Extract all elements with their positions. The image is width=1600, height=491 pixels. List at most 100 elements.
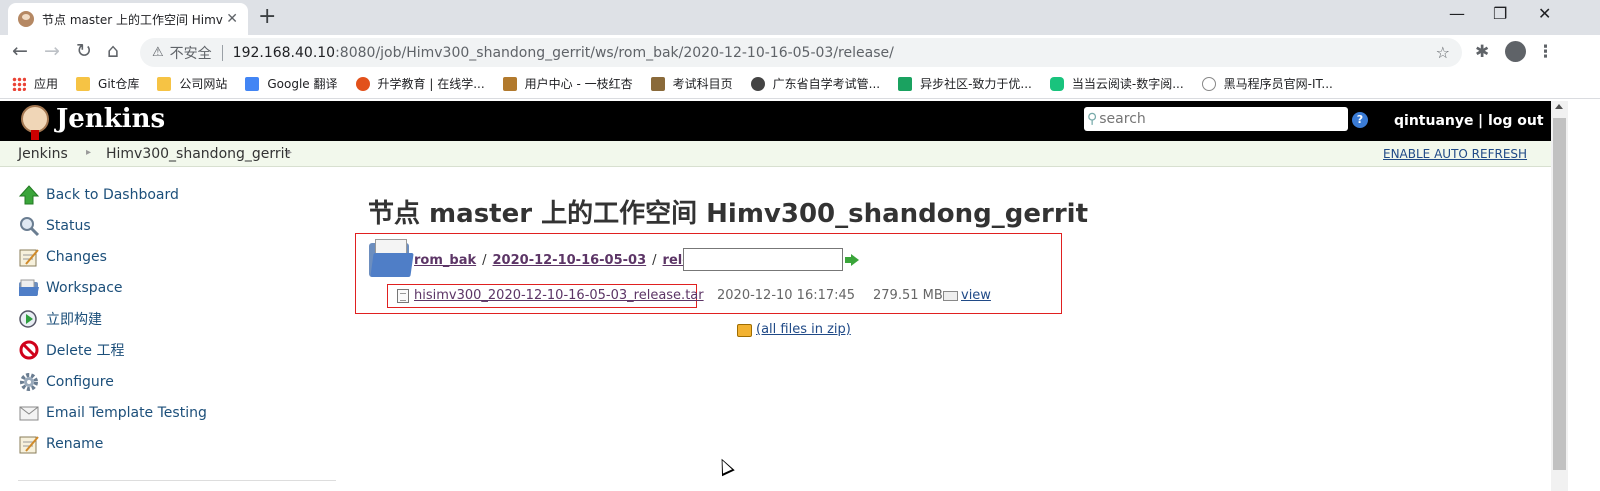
sidebar-item-label: 立即构建 — [46, 312, 102, 328]
sidebar-item-build-now[interactable]: 立即构建 — [18, 307, 102, 331]
bookmark-item[interactable]: 异步社区-致力于优... — [898, 75, 1032, 92]
enable-auto-refresh-link[interactable]: ENABLE AUTO REFRESH — [1383, 147, 1527, 161]
magnifier-icon — [18, 215, 40, 237]
view-link[interactable]: view — [961, 288, 991, 303]
bookmark-item[interactable]: 公司网站 — [157, 75, 227, 92]
folder-icon — [76, 76, 91, 91]
bookmark-label: Git仓库 — [98, 77, 140, 91]
help-icon[interactable]: ? — [1352, 112, 1368, 128]
sidebar-item-status[interactable]: Status — [18, 214, 91, 238]
sidebar-item-label: Changes — [46, 249, 107, 265]
browser-tab-active[interactable]: 节点 master 上的工作空间 Himv ✕ — [8, 3, 248, 35]
breadcrumb-chevron-icon[interactable]: ▸ — [86, 147, 91, 158]
sidebar-item-email-template-testing[interactable]: Email Template Testing — [18, 401, 207, 425]
browser-toolbar: ← → ↻ ⌂ ⚠ 不安全 192.168.40.10:8080/job/Him… — [0, 35, 1600, 69]
reload-icon[interactable]: ↻ — [76, 40, 92, 62]
sidebar-item-workspace[interactable]: Workspace — [18, 276, 123, 300]
search-input[interactable] — [1099, 111, 1330, 127]
bookmark-item[interactable]: 考试科目页 — [650, 75, 733, 92]
notepad-icon — [18, 246, 40, 268]
path-segment-rom-bak[interactable]: rom_bak — [414, 253, 476, 268]
site-favicon-icon — [1049, 76, 1064, 91]
bookmarks-bar: 应用 Git仓库 公司网站 Google 翻译 升学教育 | 在线学... 用户… — [0, 69, 1600, 99]
apps-grid-icon — [12, 76, 26, 91]
back-arrow-icon[interactable]: ← — [12, 40, 28, 62]
puzzle-icon[interactable]: ✱ — [1475, 42, 1489, 62]
no-entry-icon — [18, 339, 40, 361]
sidebar-item-label: Status — [46, 218, 91, 234]
path-separator: / — [482, 253, 487, 268]
file-timestamp: 2020-12-10 16:17:45 — [717, 288, 856, 303]
sidebar-item-configure[interactable]: Configure — [18, 370, 114, 394]
sidebar-item-label: Delete 工程 — [46, 343, 125, 359]
window-minimize-button[interactable]: — — [1449, 4, 1465, 23]
url-path[interactable]: :8080/job/Himv300_shandong_gerrit/ws/rom… — [335, 45, 894, 61]
bookmark-item[interactable]: Google 翻译 — [245, 75, 338, 92]
zip-archive-icon[interactable] — [737, 324, 752, 337]
sidebar-item-rename[interactable]: Rename — [18, 432, 103, 456]
sidebar-item-label: Rename — [46, 436, 104, 452]
site-favicon-icon — [650, 76, 665, 91]
bookmark-label: Google 翻译 — [267, 77, 338, 91]
all-files-zip-link[interactable]: (all files in zip) — [756, 322, 851, 337]
bookmark-label: 广东省自学考试管... — [772, 77, 881, 91]
bookmark-item[interactable]: Git仓库 — [76, 75, 139, 92]
file-link[interactable]: hisimv300_2020-12-10-16-05-03_release.ta… — [414, 288, 704, 303]
forward-arrow-icon[interactable]: → — [44, 40, 60, 62]
view-file-icon[interactable] — [943, 291, 958, 301]
home-icon[interactable]: ⌂ — [107, 40, 119, 62]
file-size: 279.51 MB — [873, 288, 943, 303]
avatar-icon[interactable] — [1505, 41, 1526, 62]
star-icon[interactable]: ☆ — [1436, 43, 1450, 62]
file-icon — [397, 289, 409, 303]
url-host[interactable]: 192.168.40.10 — [233, 45, 335, 61]
bookmark-item[interactable]: 黑马程序员官网-IT... — [1201, 75, 1333, 92]
sidebar-item-label: Workspace — [46, 280, 123, 296]
folder-icon — [18, 277, 40, 299]
bookmark-item[interactable]: 广东省自学考试管... — [750, 75, 881, 92]
site-favicon-icon — [355, 76, 370, 91]
path-pattern-input[interactable] — [683, 248, 843, 271]
bookmark-label: 用户中心 - 一枝红杏 — [524, 77, 633, 91]
site-favicon-icon — [898, 76, 913, 91]
sidebar-item-delete-project[interactable]: Delete 工程 — [18, 338, 124, 362]
breadcrumb-chevron-icon[interactable]: ▸ — [287, 147, 292, 158]
bookmark-label: 应用 — [34, 77, 59, 91]
bookmark-item[interactable]: 当当云阅读-数字阅... — [1049, 75, 1184, 92]
sidebar-item-changes[interactable]: Changes — [18, 245, 107, 269]
scroll-up-arrow-icon[interactable] — [1555, 104, 1563, 109]
path-segment-timestamp[interactable]: 2020-12-10-16-05-03 — [493, 253, 647, 268]
bookmark-label: 升学教育 | 在线学... — [377, 77, 485, 91]
site-favicon-icon — [1201, 76, 1216, 91]
insecure-label[interactable]: 不安全 — [170, 43, 212, 63]
breadcrumb-job[interactable]: Himv300_shandong_gerrit — [106, 146, 290, 162]
bookmark-label: 当当云阅读-数字阅... — [1071, 77, 1184, 91]
warning-icon[interactable]: ⚠ — [152, 45, 164, 60]
address-bar[interactable]: ⚠ 不安全 192.168.40.10:8080/job/Himv300_sha… — [140, 38, 1462, 67]
bookmark-item[interactable]: 用户中心 - 一枝红杏 — [502, 75, 633, 92]
jenkins-brand[interactable]: Jenkins — [56, 104, 165, 134]
jenkins-butler-icon[interactable] — [18, 103, 52, 140]
go-arrow-icon[interactable] — [845, 254, 859, 266]
omnibox-divider — [221, 44, 223, 61]
kebab-menu-icon[interactable]: ⋮ — [1537, 42, 1554, 62]
window-restore-button[interactable]: ❐ — [1493, 4, 1507, 23]
bookmark-item[interactable]: 应用 — [12, 75, 58, 92]
breadcrumb-jenkins[interactable]: Jenkins — [18, 146, 68, 162]
window-close-button[interactable]: ✕ — [1538, 4, 1551, 23]
breadcrumb: Jenkins ▸ Himv300_shandong_gerrit ▸ ENAB… — [0, 141, 1551, 167]
up-arrow-icon — [18, 184, 40, 206]
globe-icon — [750, 76, 765, 91]
username-link[interactable]: qintuanye — [1394, 113, 1473, 129]
bookmark-label: 公司网站 — [179, 77, 228, 91]
tab-close-icon[interactable]: ✕ — [226, 11, 238, 27]
open-folder-icon — [369, 239, 414, 279]
bookmark-item[interactable]: 升学教育 | 在线学... — [355, 75, 485, 92]
scrollbar-thumb[interactable] — [1553, 118, 1566, 470]
sidebar-divider — [18, 480, 336, 481]
sidebar-item-back-to-dashboard[interactable]: Back to Dashboard — [18, 183, 179, 207]
new-tab-button[interactable]: + — [258, 4, 276, 29]
search-box[interactable]: ⚲ — [1084, 107, 1348, 131]
logout-link[interactable]: | log out — [1478, 113, 1544, 129]
window-gutter — [1568, 101, 1600, 491]
